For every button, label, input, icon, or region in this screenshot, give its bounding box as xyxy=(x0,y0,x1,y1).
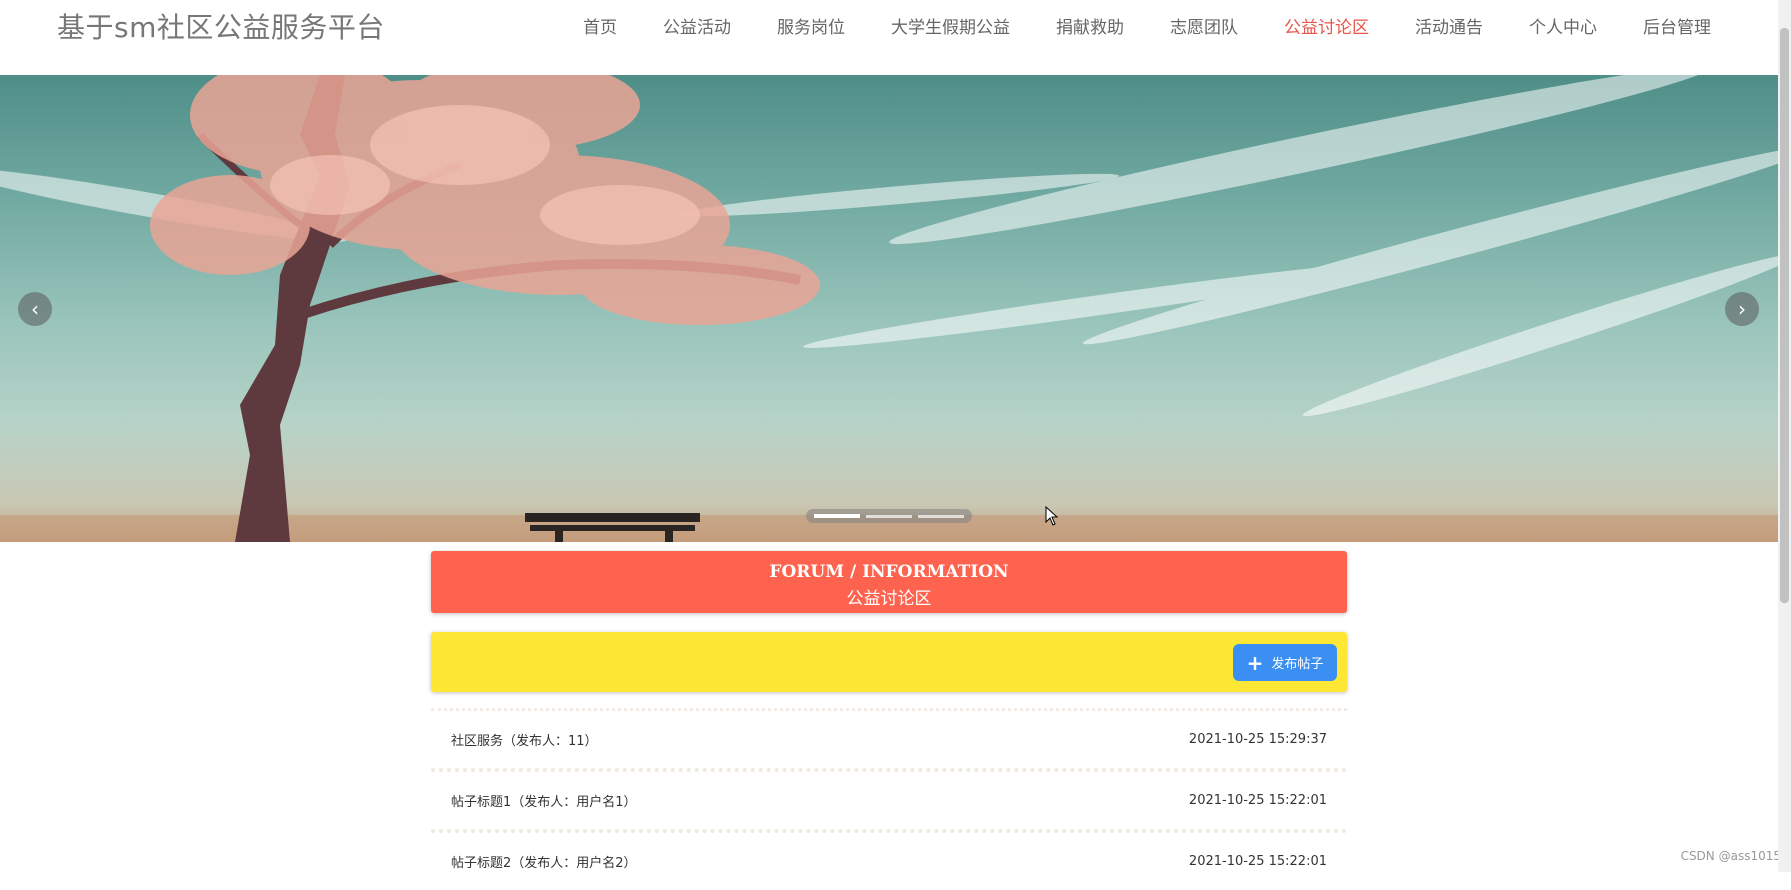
forum-title-cn: 公益讨论区 xyxy=(846,589,932,609)
watermark: CSDN @ass1015 xyxy=(1680,849,1781,863)
site-title[interactable]: 基于sm社区公益服务平台 xyxy=(57,6,385,46)
site-header: 基于sm社区公益服务平台 首页 公益活动 服务岗位 大学生假期公益 捐献救助 志… xyxy=(0,0,1778,75)
forum-section-title: FORUM / INFORMATION 公益讨论区 xyxy=(431,551,1347,613)
nav-item-donation[interactable]: 捐献救助 xyxy=(1033,13,1147,38)
page-scrollbar[interactable] xyxy=(1778,0,1791,872)
nav-item-home[interactable]: 首页 xyxy=(560,13,640,38)
banner-image xyxy=(0,75,1778,542)
carousel-indicator-1[interactable] xyxy=(814,514,860,518)
nav-item-personal-center[interactable]: 个人中心 xyxy=(1506,13,1620,38)
nav-item-notices[interactable]: 活动通告 xyxy=(1392,13,1506,38)
mouse-cursor-icon xyxy=(1045,506,1059,526)
new-post-button[interactable]: + 发布帖子 xyxy=(1233,644,1337,681)
forum-action-bar: + 发布帖子 xyxy=(431,632,1347,692)
post-row[interactable]: 社区服务（发布人：11） 2021-10-25 15:29:37 xyxy=(431,711,1347,768)
nav-item-student-holiday[interactable]: 大学生假期公益 xyxy=(868,13,1033,38)
post-time: 2021-10-25 15:22:01 xyxy=(1188,793,1327,808)
main-nav: 首页 公益活动 服务岗位 大学生假期公益 捐献救助 志愿团队 公益讨论区 活动通… xyxy=(560,0,1734,50)
nav-item-volunteer-team[interactable]: 志愿团队 xyxy=(1147,13,1261,38)
nav-item-forum[interactable]: 公益讨论区 xyxy=(1261,13,1392,38)
carousel-indicator-2[interactable] xyxy=(866,514,912,518)
new-post-label: 发布帖子 xyxy=(1271,657,1324,672)
post-row[interactable]: 帖子标题1（发布人：用户名1） 2021-10-25 15:22:01 xyxy=(431,772,1347,829)
carousel: ‹ › xyxy=(0,75,1778,542)
plus-icon: + xyxy=(1246,650,1264,675)
post-time: 2021-10-25 15:22:01 xyxy=(1188,854,1327,869)
post-row[interactable]: 帖子标题2（发布人：用户名2） 2021-10-25 15:22:01 xyxy=(431,833,1347,890)
post-title[interactable]: 帖子标题1（发布人：用户名1） xyxy=(451,791,637,810)
chevron-right-icon: › xyxy=(1738,297,1746,321)
carousel-indicator-3[interactable] xyxy=(918,514,964,518)
post-title[interactable]: 社区服务（发布人：11） xyxy=(451,730,598,749)
forum-title-en: FORUM / INFORMATION xyxy=(769,562,1009,582)
post-time: 2021-10-25 15:29:37 xyxy=(1188,732,1327,747)
nav-item-admin[interactable]: 后台管理 xyxy=(1620,13,1734,38)
scrollbar-thumb[interactable] xyxy=(1780,28,1789,603)
carousel-next-button[interactable]: › xyxy=(1725,292,1759,326)
nav-item-activities[interactable]: 公益活动 xyxy=(640,13,754,38)
carousel-prev-button[interactable]: ‹ xyxy=(18,292,52,326)
chevron-left-icon: ‹ xyxy=(31,297,39,321)
nav-item-service-posts[interactable]: 服务岗位 xyxy=(754,13,868,38)
post-title[interactable]: 帖子标题2（发布人：用户名2） xyxy=(451,852,637,871)
post-list: 社区服务（发布人：11） 2021-10-25 15:29:37 帖子标题1（发… xyxy=(431,708,1347,890)
carousel-indicators xyxy=(806,509,972,523)
